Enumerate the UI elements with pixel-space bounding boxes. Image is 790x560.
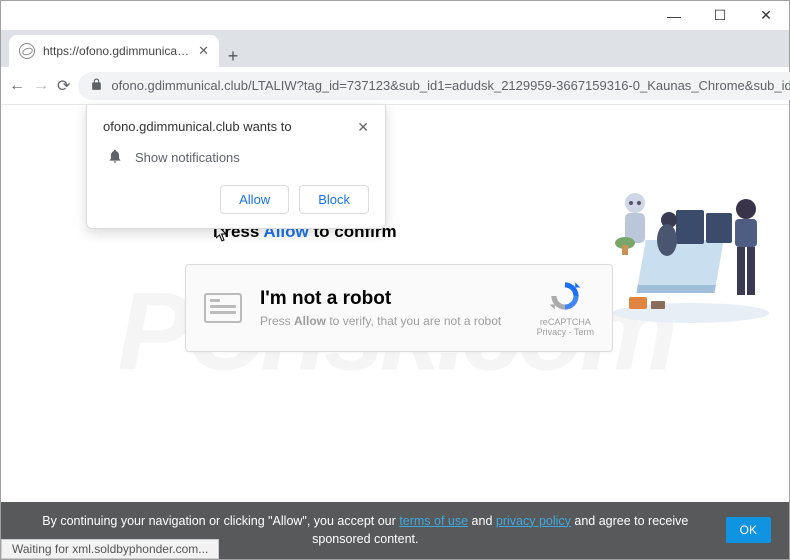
address-bar[interactable]: ofono.gdimmunical.club/LTALIW?tag_id=737… [78,72,790,100]
people-desk-illustration [611,165,771,325]
reload-button[interactable]: ⟳ [57,76,70,96]
permission-label: Show notifications [135,150,240,165]
bell-icon [107,148,123,167]
block-button[interactable]: Block [299,185,369,214]
recaptcha-icon [548,279,582,313]
fake-captcha-card[interactable]: I'm not a robot Press Allow to verify, t… [185,264,613,352]
privacy-link[interactable]: privacy policy [496,514,571,528]
status-bar: Waiting for xml.soldbyphonder.com... [1,539,219,559]
window-glyph-icon [204,293,242,323]
captcha-text-block: I'm not a robot Press Allow to verify, t… [260,288,519,328]
globe-icon [19,43,35,59]
cookie-ok-button[interactable]: OK [726,517,771,543]
notification-permission-dialog: ofono.gdimmunical.club wants to ✕ Show n… [86,105,386,229]
captcha-subtitle: Press Allow to verify, that you are not … [260,314,519,328]
new-tab-button[interactable]: + [219,46,247,67]
minimize-button[interactable]: — [651,1,697,31]
permission-origin: ofono.gdimmunical.club wants to [103,119,292,134]
permission-close-icon[interactable]: ✕ [357,119,369,136]
tab-title: https://ofono.gdimmunical.club/ [43,44,190,58]
captcha-title: I'm not a robot [260,288,519,310]
browser-tab[interactable]: https://ofono.gdimmunical.club/ ✕ [9,35,219,67]
allow-button[interactable]: Allow [220,185,289,214]
window-titlebar: — ☐ ✕ [1,1,789,31]
tab-strip: https://ofono.gdimmunical.club/ ✕ + [1,31,789,67]
page-content: PCrisk.com ofono.gdimmunical.club wants … [1,105,789,559]
toolbar: ← → ⟳ ofono.gdimmunical.club/LTALIW?tag_… [1,67,789,105]
url-text: ofono.gdimmunical.club/LTALIW?tag_id=737… [111,78,790,93]
browser-window: — ☐ ✕ https://ofono.gdimmunical.club/ ✕ … [0,0,790,560]
recaptcha-badge: reCAPTCHA Privacy - Term [537,279,594,337]
close-window-button[interactable]: ✕ [743,1,789,31]
forward-button[interactable]: → [33,77,49,95]
back-button[interactable]: ← [9,77,25,95]
tab-close-icon[interactable]: ✕ [198,43,209,59]
lock-icon [90,78,103,94]
terms-link[interactable]: terms of use [399,514,468,528]
maximize-button[interactable]: ☐ [697,1,743,31]
